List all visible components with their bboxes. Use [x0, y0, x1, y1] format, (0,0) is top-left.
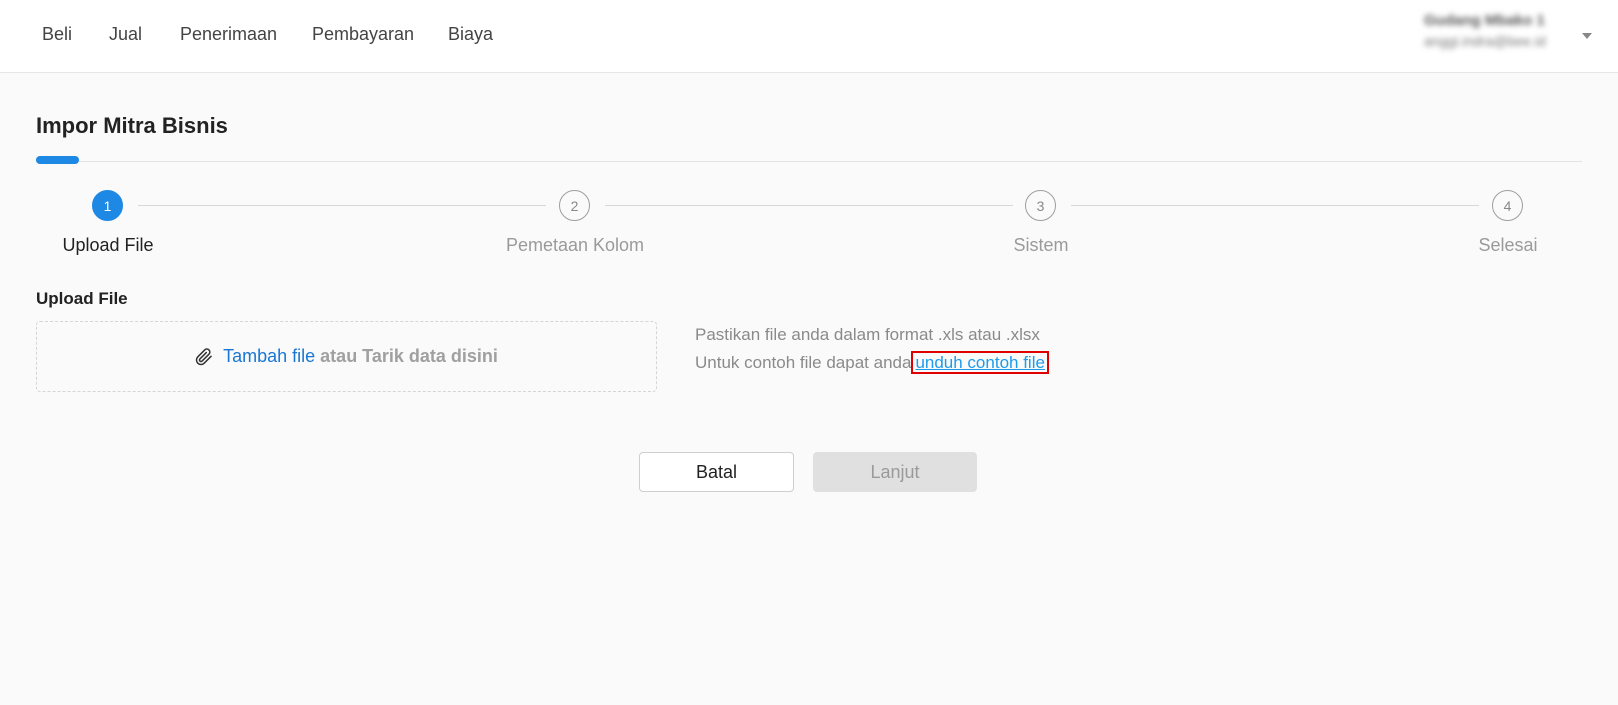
page-title: Impor Mitra Bisnis [36, 113, 228, 138]
step-connector-1 [138, 205, 546, 206]
paperclip-icon [195, 347, 213, 366]
top-navbar: Beli Jual Penerimaan Pembayaran Biaya Gu… [0, 0, 1618, 73]
nav-item-biaya[interactable]: Biaya [448, 24, 493, 45]
step-4-label: Selesai [1478, 235, 1538, 255]
sample-info: Untuk contoh file dapat anda unduh contoh… [695, 351, 1049, 374]
cancel-button[interactable]: Batal [639, 452, 794, 492]
step-3-circle: 3 [1025, 190, 1056, 221]
account-email: anggi.indra@bee.id [1424, 33, 1546, 49]
sample-info-text: Untuk contoh file dapat anda [695, 353, 912, 372]
format-info: Pastikan file anda dalam format .xls ata… [695, 325, 1040, 344]
next-button[interactable]: Lanjut [813, 452, 977, 492]
account-menu[interactable]: Gudang Mbako 1 anggi.indra@bee.id [1424, 12, 1574, 49]
drag-hint: atau Tarik data disini [320, 346, 498, 366]
title-divider [36, 161, 1582, 162]
nav-item-jual[interactable]: Jual [109, 24, 142, 45]
account-name: Gudang Mbako 1 [1424, 12, 1545, 29]
step-2-label: Pemetaan Kolom [505, 235, 645, 255]
step-connector-2 [605, 205, 1013, 206]
step-1-circle: 1 [92, 190, 123, 221]
step-4-circle: 4 [1492, 190, 1523, 221]
download-sample-link[interactable]: unduh contoh file [911, 351, 1049, 374]
title-accent-bar [36, 156, 79, 164]
caret-down-icon[interactable] [1582, 33, 1592, 39]
nav-item-beli[interactable]: Beli [42, 24, 72, 45]
add-file-link[interactable]: Tambah file [223, 346, 315, 367]
nav-item-penerimaan[interactable]: Penerimaan [180, 24, 277, 45]
step-1-label: Upload File [62, 235, 154, 255]
step-2-circle: 2 [559, 190, 590, 221]
step-connector-3 [1071, 205, 1479, 206]
upload-section-title: Upload File [36, 289, 128, 308]
step-3-label: Sistem [1013, 235, 1069, 255]
file-dropzone[interactable]: Tambah file atau Tarik data disini [36, 321, 657, 392]
nav-item-pembayaran[interactable]: Pembayaran [312, 24, 414, 45]
